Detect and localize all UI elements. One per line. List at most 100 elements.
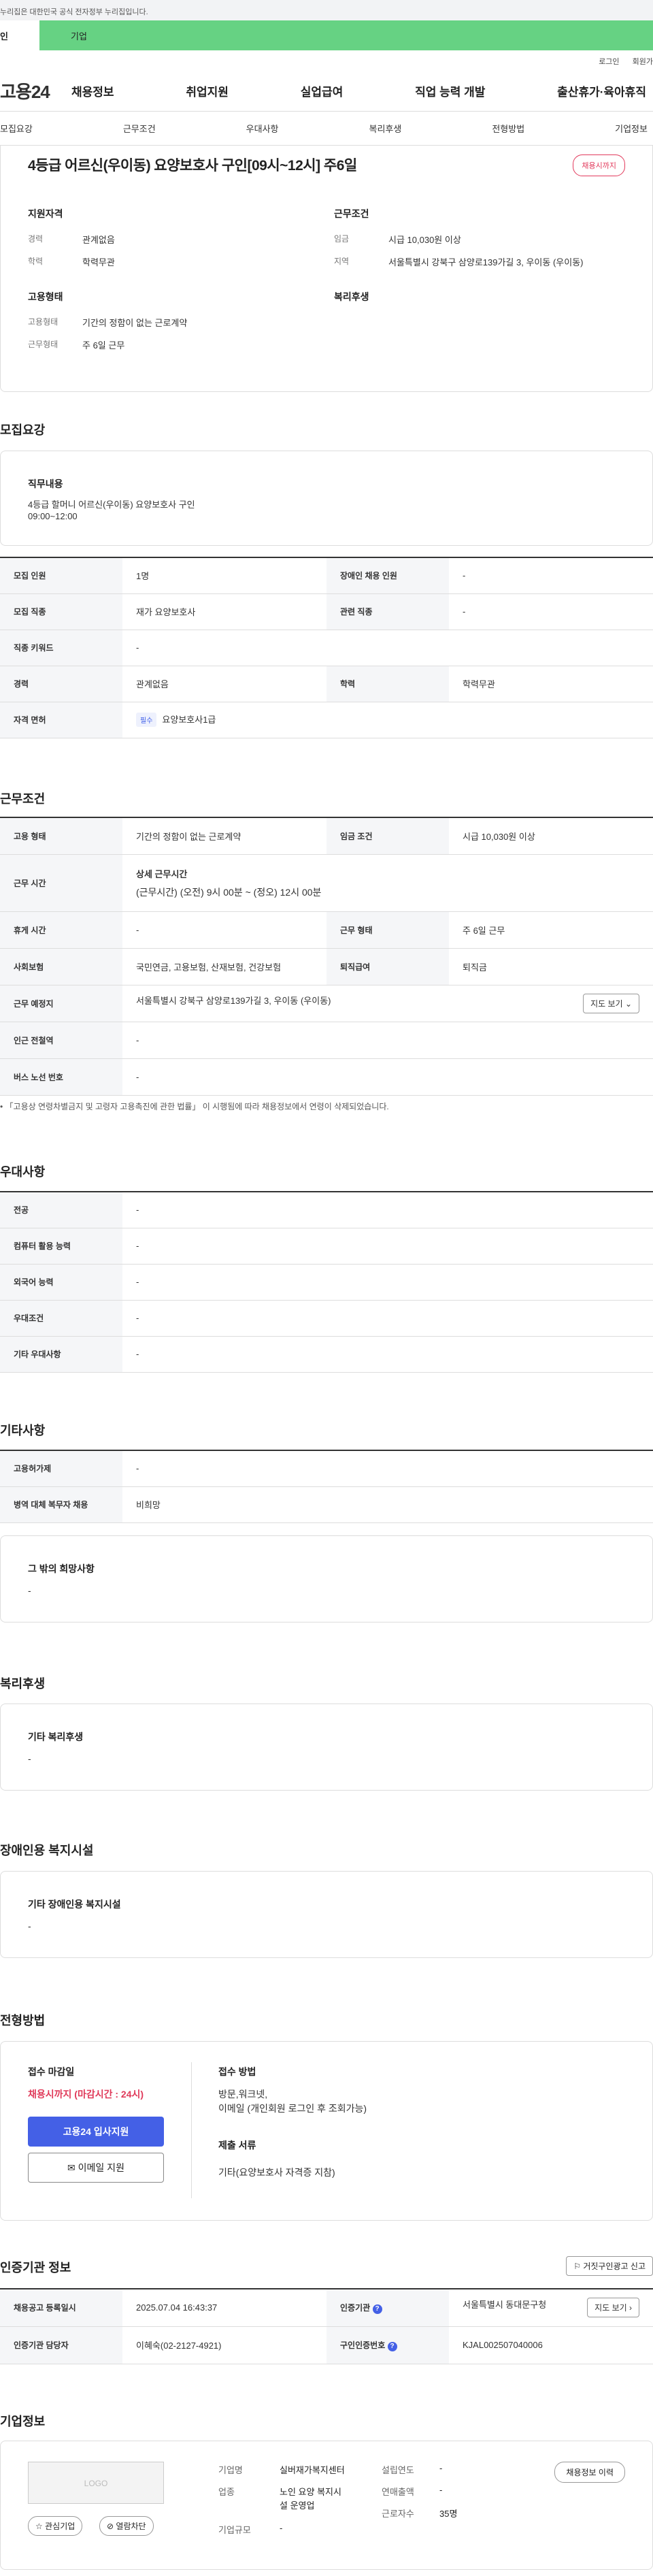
subway-label: 인근 전철역 bbox=[0, 1022, 122, 1059]
founded-label: 설립연도 bbox=[382, 2465, 414, 2475]
summary-edu-label: 학력 bbox=[28, 257, 44, 266]
table-row: 자격 면허 필수 요양보호사1급 bbox=[0, 702, 653, 738]
company-size-label: 기업규모 bbox=[218, 2525, 251, 2535]
anchor-recruit[interactable]: 모집요강 bbox=[0, 122, 33, 135]
table-row: 인증기관 담당자 이혜숙(02-2127-4921) 구인인증번호 ? KJAL… bbox=[0, 2326, 653, 2364]
login-link[interactable]: 로그인 bbox=[599, 58, 619, 66]
duty-line-2: 09:00~12:00 bbox=[28, 511, 78, 521]
related-job-value: - bbox=[449, 593, 653, 630]
manager-value: 이혜숙(02-2127-4921) bbox=[122, 2326, 326, 2364]
anchor-welfare[interactable]: 복리후생 bbox=[369, 122, 401, 135]
rest-label: 휴게 시간 bbox=[0, 911, 122, 949]
recruit-count-value: 1명 bbox=[122, 557, 326, 594]
place-cell: 서울특별시 강북구 삼양로139가길 3, 우이동 (우이동) 지도 보기 ⌄ bbox=[122, 985, 653, 1022]
reg-date-label: 채용공고 등록일시 bbox=[0, 2289, 122, 2327]
employees-label: 근로자수 bbox=[382, 2509, 414, 2519]
agency-table: 채용공고 등록일시 2025.07.04 16:43:37 인증기관 ? 서울특… bbox=[0, 2288, 653, 2364]
pref-major-label: 전공 bbox=[0, 1192, 122, 1228]
util-links: 로그인 회원가 bbox=[0, 50, 653, 71]
military-label: 병역 대체 복무자 채용 bbox=[0, 1486, 122, 1523]
company-name-label: 기업명 bbox=[218, 2465, 243, 2475]
menu-skills-development[interactable]: 직업 능력 개발 bbox=[415, 82, 485, 99]
table-row: 기타 우대사항 - bbox=[0, 1336, 653, 1373]
summary-welfare-heading: 복리후생 bbox=[334, 291, 369, 302]
license-cell: 필수 요양보호사1급 bbox=[122, 702, 653, 738]
agency-label-cell: 인증기관 ? bbox=[326, 2289, 449, 2327]
anchor-company[interactable]: 기업정보 bbox=[615, 122, 648, 135]
block-view-button[interactable]: ⊘ 열람차단 bbox=[99, 2516, 154, 2536]
table-row: 휴게 시간 - 근무 형태 주 6일 근무 bbox=[0, 911, 653, 949]
license-value: 요양보호사1급 bbox=[162, 715, 216, 725]
table-row: 직종 키워드 - bbox=[0, 630, 653, 666]
work-map-button[interactable]: 지도 보기 ⌄ bbox=[583, 993, 639, 1013]
tab-company[interactable]: 기업 bbox=[39, 20, 653, 50]
required-tag: 필수 bbox=[136, 713, 157, 727]
permit-label: 고용허가제 bbox=[0, 1450, 122, 1487]
table-row: 모집 직종 재가 요양보호사 관련 직종 - bbox=[0, 593, 653, 630]
summary-wage-label: 임금 bbox=[334, 234, 350, 244]
agency-map-button[interactable]: 지도 보기 › bbox=[587, 2298, 639, 2318]
wage-value: 시급 10,030원 이상 bbox=[449, 817, 653, 855]
menu-parental-leave[interactable]: 출산휴가·육아휴직 bbox=[557, 82, 646, 99]
table-row: 경력 관계없음 학력 학력무관 bbox=[0, 666, 653, 702]
bus-value: - bbox=[122, 1058, 653, 1096]
agency-label: 인증기관 bbox=[340, 2302, 371, 2313]
fav-company-button[interactable]: ☆ 관심기업 bbox=[28, 2516, 83, 2536]
education-value: 학력무관 bbox=[449, 666, 653, 702]
emp-type-label: 고용 형태 bbox=[0, 817, 122, 855]
menu-unemployment-benefit[interactable]: 실업급여 bbox=[301, 82, 344, 99]
cert-no-label: 구인인증번호 bbox=[340, 2340, 386, 2350]
section-anchor-nav: 모집요강 근무조건 우대사항 복리후생 전형방법 기업정보 bbox=[0, 112, 653, 146]
report-ad-button[interactable]: ⚐ 거짓구인광고 신고 bbox=[566, 2256, 653, 2276]
pref-table: 전공 - 컴퓨터 활용 능력 - 외국어 능력 - 우대조건 - 기타 우대사항 - bbox=[0, 1191, 653, 1373]
anchor-work[interactable]: 근무조건 bbox=[123, 122, 156, 135]
hours-title: 상세 근무시간 bbox=[136, 868, 188, 879]
pref-condition-value: - bbox=[122, 1300, 653, 1337]
job-title: 4등급 어르신(우이동) 요양보호사 구인[09시~12시] 주6일 bbox=[28, 158, 357, 174]
deadline-title: 접수 마감일 bbox=[28, 2066, 75, 2077]
employees-value: 35명 bbox=[439, 2509, 458, 2519]
info-icon[interactable]: ? bbox=[372, 2304, 382, 2314]
agency-value-cell: 서울특별시 동대문구청 지도 보기 › bbox=[449, 2289, 653, 2327]
summary-type-label: 고용형태 bbox=[28, 317, 58, 327]
place-label: 근무 예정지 bbox=[0, 985, 122, 1022]
job-summary-card: 4등급 어르신(우이동) 요양보호사 구인[09시~12시] 주6일 채용시까지… bbox=[0, 146, 653, 392]
insurance-label: 사회보험 bbox=[0, 948, 122, 985]
deadline-badge: 채용시까지 bbox=[573, 154, 625, 176]
tab-personal[interactable]: 인 bbox=[0, 20, 39, 50]
table-row: 근무 예정지 서울특별시 강북구 삼양로139가길 3, 우이동 (우이동) 지… bbox=[0, 985, 653, 1022]
agency-heading: 인증기관 정보 bbox=[0, 2261, 71, 2275]
duty-box: 직무내용 4등급 할머니 어르신(우이동) 요양보호사 구인 09:00~12:… bbox=[0, 451, 653, 546]
main-menu: 채용정보 취업지원 실업급여 직업 능력 개발 출산휴가·육아휴직 bbox=[71, 82, 653, 99]
wage-label: 임금 조건 bbox=[326, 817, 449, 855]
retirement-label: 퇴직급여 bbox=[326, 948, 449, 985]
table-row: 컴퓨터 활용 능력 - bbox=[0, 1228, 653, 1265]
site-logo[interactable]: 고용24 bbox=[0, 78, 71, 103]
user-type-tabs: 인 기업 bbox=[0, 20, 653, 50]
summary-form-label: 근무형태 bbox=[28, 340, 58, 349]
company-name-value: 실버재가복지센터 bbox=[280, 2465, 345, 2475]
duty-title: 직무내용 bbox=[28, 478, 63, 489]
hiring-history-button[interactable]: 채용정보 이력 bbox=[554, 2462, 625, 2483]
etc-table: 고용허가제 - 병역 대체 복무자 채용 비희망 bbox=[0, 1450, 653, 1523]
apply-online-button[interactable]: 고용24 입사지원 bbox=[28, 2117, 164, 2147]
menu-jobs[interactable]: 채용정보 bbox=[71, 82, 114, 99]
signup-link[interactable]: 회원가 bbox=[633, 58, 653, 66]
info-icon[interactable]: ? bbox=[387, 2341, 397, 2351]
table-row: 외국어 능력 - bbox=[0, 1264, 653, 1301]
retirement-value: 퇴직금 bbox=[449, 948, 653, 985]
career-value: 관계없음 bbox=[122, 666, 326, 702]
reg-date-value: 2025.07.04 16:43:37 bbox=[122, 2289, 326, 2327]
company-box: LOGO ☆ 관심기업 ⊘ 열람차단 기업명 실버재가복지센터 업종 노인 요양… bbox=[0, 2441, 653, 2570]
anchor-pref[interactable]: 우대사항 bbox=[246, 122, 279, 135]
summary-region-label: 지역 bbox=[334, 257, 350, 266]
pref-etc-label: 기타 우대사항 bbox=[0, 1336, 122, 1373]
gov-notice-bar: 누리집은 대한민국 공식 전자정부 누리집입니다. bbox=[0, 0, 653, 20]
summary-emp-heading: 고용형태 bbox=[28, 291, 63, 302]
agency-value: 서울특별시 동대문구청 bbox=[463, 2300, 547, 2311]
email-apply-button[interactable]: ✉ 이메일 지원 bbox=[28, 2153, 164, 2183]
anchor-apply[interactable]: 전형방법 bbox=[492, 122, 524, 135]
table-row: 사회보험 국민연금, 고용보험, 산재보험, 건강보험 퇴직급여 퇴직금 bbox=[0, 948, 653, 985]
menu-employment-support[interactable]: 취업지원 bbox=[186, 82, 229, 99]
welfare-box: 기타 복리후생 - bbox=[0, 1703, 653, 1791]
